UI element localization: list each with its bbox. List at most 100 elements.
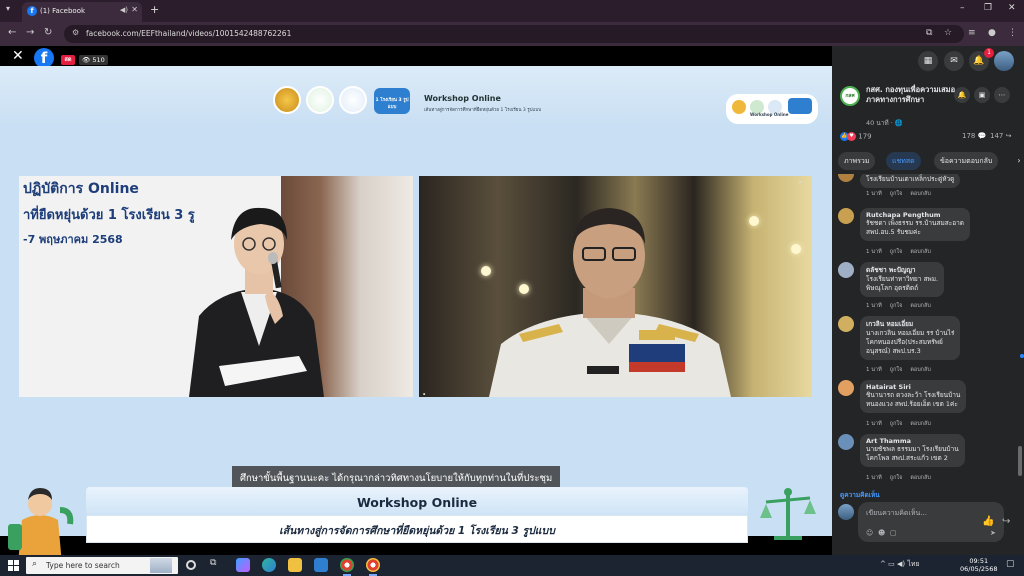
send-icon[interactable]: ➤ <box>990 529 996 537</box>
sticker-icon[interactable]: ☺ <box>866 529 873 537</box>
bookmark-star-icon[interactable]: ☆ <box>944 28 952 38</box>
notification-center-icon[interactable]: ▢ <box>1006 559 1015 569</box>
video-player[interactable]: ✕ f สด 👁 510 1 โรงเรียน 3 รูปแบบ Worksho… <box>0 46 832 555</box>
reply-link[interactable]: ตอบกลับ <box>910 475 931 481</box>
reload-icon[interactable]: ↻ <box>44 27 52 38</box>
tab-close-icon[interactable]: ✕ <box>131 5 138 14</box>
reply-link[interactable]: ตอบกลับ <box>910 303 931 309</box>
comment-author[interactable]: ดลัชชา พะปัญญา <box>866 265 938 275</box>
page-name[interactable]: กสศ. กองทุนเพื่อความเสมอภาคทางการศึกษา <box>866 85 958 105</box>
close-viewer-icon[interactable]: ✕ <box>12 48 24 64</box>
eef-logo <box>306 86 334 114</box>
comment-bubble: Rutchapa Pengthum รัชชดา เพ็งธรรม รร.บ้า… <box>860 208 970 241</box>
one-school-three-models-logo: 1 โรงเรียน 3 รูปแบบ <box>374 88 410 114</box>
minimize-button[interactable]: – <box>960 3 965 13</box>
tab-live-chat[interactable]: แชทสด <box>886 152 921 170</box>
speaker-right-video: ▪ ▪ <box>419 176 812 397</box>
search-highlight-image <box>150 558 172 573</box>
url-field[interactable]: ⚙ facebook.com/EEFthailand/videos/100154… <box>64 25 964 43</box>
tab-overview[interactable]: ภาพรวม <box>838 152 876 170</box>
like-link[interactable]: ถูกใจ <box>890 191 903 197</box>
volume-icon[interactable]: ◀) <box>897 560 905 568</box>
viewer-top-bar: ✕ f สด 👁 510 <box>0 46 832 68</box>
like-button-icon[interactable]: 👍 <box>982 516 994 527</box>
live-status: 40 นาที · 🌐 <box>866 119 904 127</box>
page-avatar[interactable]: กสศ <box>840 86 860 106</box>
new-tab-button[interactable]: + <box>150 3 159 16</box>
chat-scrollbar[interactable] <box>1018 446 1022 476</box>
reactions-summary[interactable]: 👍 ♥ 179 <box>840 132 872 141</box>
comment-author[interactable]: Art Thamma <box>866 437 959 445</box>
edge-icon[interactable] <box>262 558 276 572</box>
comment-author[interactable]: Rutchapa Pengthum <box>866 211 964 219</box>
tab-search-icon[interactable]: ▾ <box>6 4 10 13</box>
forward-icon[interactable]: → <box>26 27 34 38</box>
facebook-logo-icon[interactable]: f <box>34 48 54 68</box>
partner-logo <box>339 86 367 114</box>
ministry-logo <box>273 86 301 114</box>
tab-replies[interactable]: ข้อความตอบกลับ <box>934 152 999 170</box>
menu-kebab-icon[interactable]: ⋮ <box>1008 28 1017 38</box>
site-info-icon[interactable]: ⚙ <box>72 28 79 37</box>
avatar[interactable] <box>838 174 854 182</box>
comment-placeholder: เขียนความคิดเห็น... <box>866 509 927 517</box>
avatar[interactable] <box>838 208 854 224</box>
broadcast-slide: 1 โรงเรียน 3 รูปแบบ Workshop Online เส้น… <box>0 66 832 555</box>
media-control-icon[interactable]: ≡ <box>968 28 976 38</box>
page-bell-icon[interactable]: 🔔 <box>954 87 970 103</box>
messenger-icon[interactable]: ✉ <box>944 51 964 71</box>
avatar[interactable] <box>838 380 854 396</box>
comment-author[interactable]: เกวลิน หอมเอี่ยม <box>866 319 954 329</box>
copilot-icon[interactable] <box>236 558 250 572</box>
windows-start-icon[interactable] <box>8 560 19 571</box>
install-icon[interactable]: ⧉ <box>926 28 932 38</box>
reaction-count: 179 <box>858 132 872 141</box>
chevron-right-icon[interactable]: › <box>1012 152 1024 170</box>
gif-icon[interactable]: ▢ <box>890 529 897 537</box>
back-icon[interactable]: ← <box>8 27 16 38</box>
view-more-comments-link[interactable]: ดูความคิดเห็น <box>840 490 880 500</box>
network-icon[interactable]: ▭ <box>888 560 895 568</box>
task-view-icon[interactable]: ⧉ <box>210 558 224 572</box>
like-link[interactable]: ถูกใจ <box>890 421 903 427</box>
chrome-window-icon[interactable] <box>366 558 380 576</box>
reply-link[interactable]: ตอบกลับ <box>910 367 931 373</box>
system-clock[interactable]: 09:51 06/05/2568 <box>960 557 997 573</box>
avatar[interactable] <box>838 434 854 450</box>
mail-icon[interactable] <box>314 558 328 572</box>
close-window-button[interactable]: ✕ <box>1008 3 1016 13</box>
facebook-top-nav: ▦ ✉ 🔔 1 <box>832 46 1024 76</box>
cortana-icon[interactable] <box>186 560 196 570</box>
comment-count[interactable]: 178 💬 <box>962 132 986 140</box>
share-count[interactable]: 147 ↪ <box>990 132 1011 140</box>
file-explorer-icon[interactable] <box>288 558 302 572</box>
chrome-icon[interactable] <box>340 558 354 576</box>
comment-author[interactable]: Hatairat Siri <box>866 383 960 391</box>
like-link[interactable]: ถูกใจ <box>890 367 903 373</box>
input-language[interactable]: ไทย <box>907 560 919 568</box>
browser-tab[interactable]: f (1) Facebook ◀) ✕ <box>22 2 142 22</box>
taskbar-search-field[interactable]: ⌕ Type here to search <box>26 557 178 574</box>
comment-text: โคกโพล สพป.สระแก้ว เขต 2 <box>866 454 948 462</box>
like-link[interactable]: ถูกใจ <box>890 303 903 309</box>
reply-link[interactable]: ตอบกลับ <box>910 249 931 255</box>
address-bar-row: ← → ↻ ⚙ facebook.com/EEFthailand/videos/… <box>0 22 1024 46</box>
menu-grid-icon[interactable]: ▦ <box>918 51 938 71</box>
comment-text: รัชชดา เพ็งธรรม รร.บ้านสมสะอาด <box>866 219 964 227</box>
save-icon[interactable]: ▣ <box>974 87 990 103</box>
comment-bubble: ดลัชชา พะปัญญา โรงเรียนท่าทาวิทยา สพม. พ… <box>860 262 945 297</box>
tray-overflow-icon[interactable]: ^ <box>880 560 886 568</box>
avatar[interactable] <box>838 316 854 332</box>
emoji-icon[interactable]: ☻ <box>878 529 885 537</box>
reply-link[interactable]: ตอบกลับ <box>910 421 931 427</box>
profile-icon[interactable]: ● <box>988 28 996 38</box>
share-button-icon[interactable]: ↪ <box>1002 516 1010 527</box>
account-avatar[interactable] <box>994 51 1014 71</box>
speaker-icon[interactable]: ◀) <box>120 6 128 14</box>
avatar[interactable] <box>838 262 854 278</box>
reply-link[interactable]: ตอบกลับ <box>910 191 931 197</box>
like-link[interactable]: ถูกใจ <box>890 475 903 481</box>
maximize-button[interactable]: ❐ <box>984 3 992 13</box>
more-options-icon[interactable]: ⋯ <box>994 87 1010 103</box>
like-link[interactable]: ถูกใจ <box>890 249 903 255</box>
